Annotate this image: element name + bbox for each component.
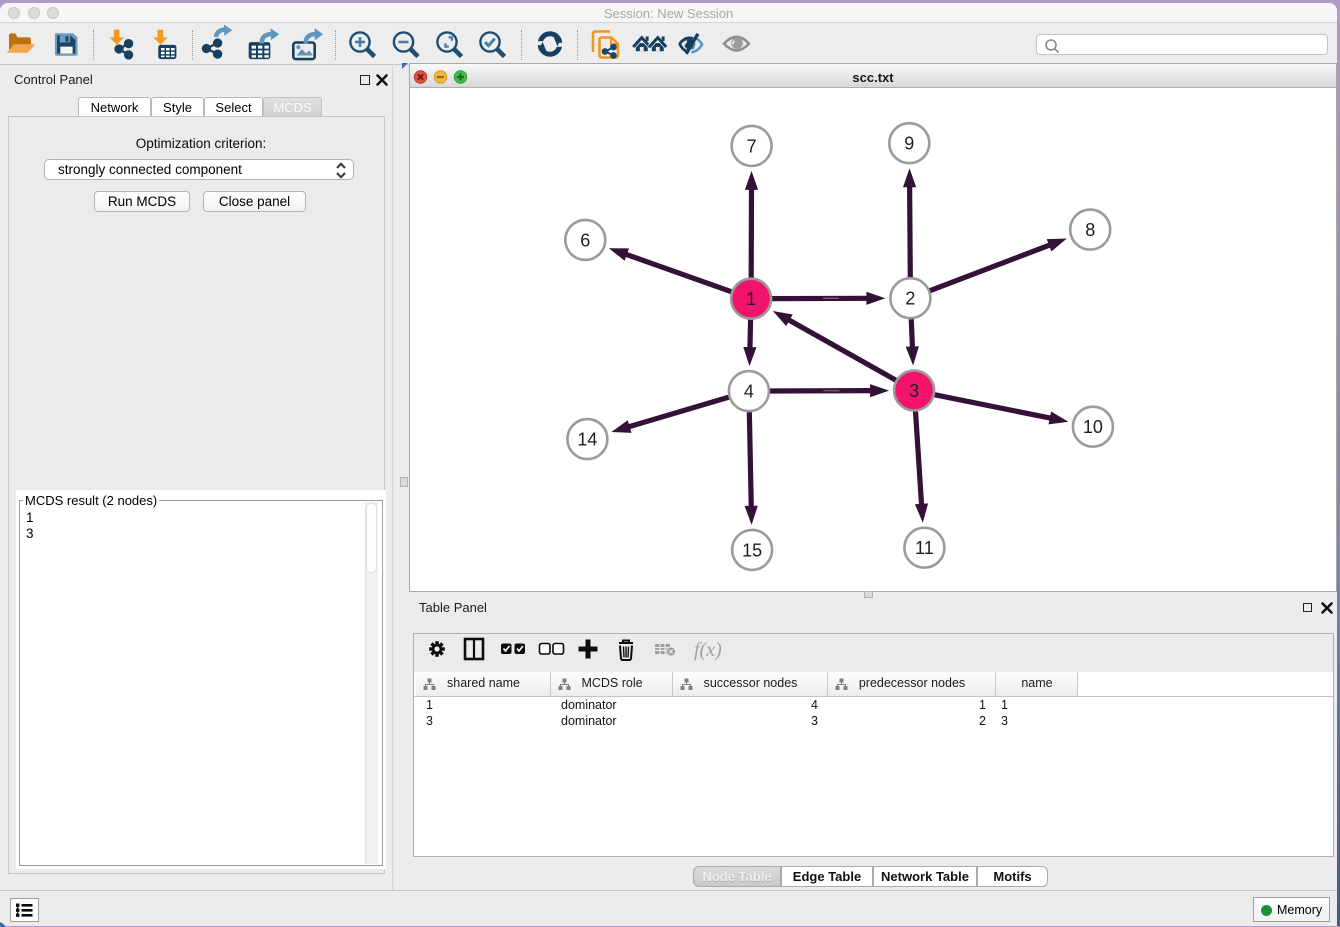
svg-text:3: 3 — [909, 381, 919, 401]
svg-text:f(x): f(x) — [694, 639, 722, 661]
svg-text:11: 11 — [915, 538, 934, 558]
svg-text:1: 1 — [746, 289, 756, 309]
svg-text:6: 6 — [580, 230, 590, 250]
svg-text:15: 15 — [742, 540, 762, 560]
svg-text:10: 10 — [1083, 417, 1103, 437]
svg-text:7: 7 — [747, 136, 757, 156]
svg-text:14: 14 — [577, 430, 597, 450]
svg-text:2: 2 — [905, 289, 915, 309]
svg-text:9: 9 — [904, 134, 914, 154]
svg-text:4: 4 — [744, 382, 754, 402]
svg-text:8: 8 — [1085, 220, 1095, 240]
